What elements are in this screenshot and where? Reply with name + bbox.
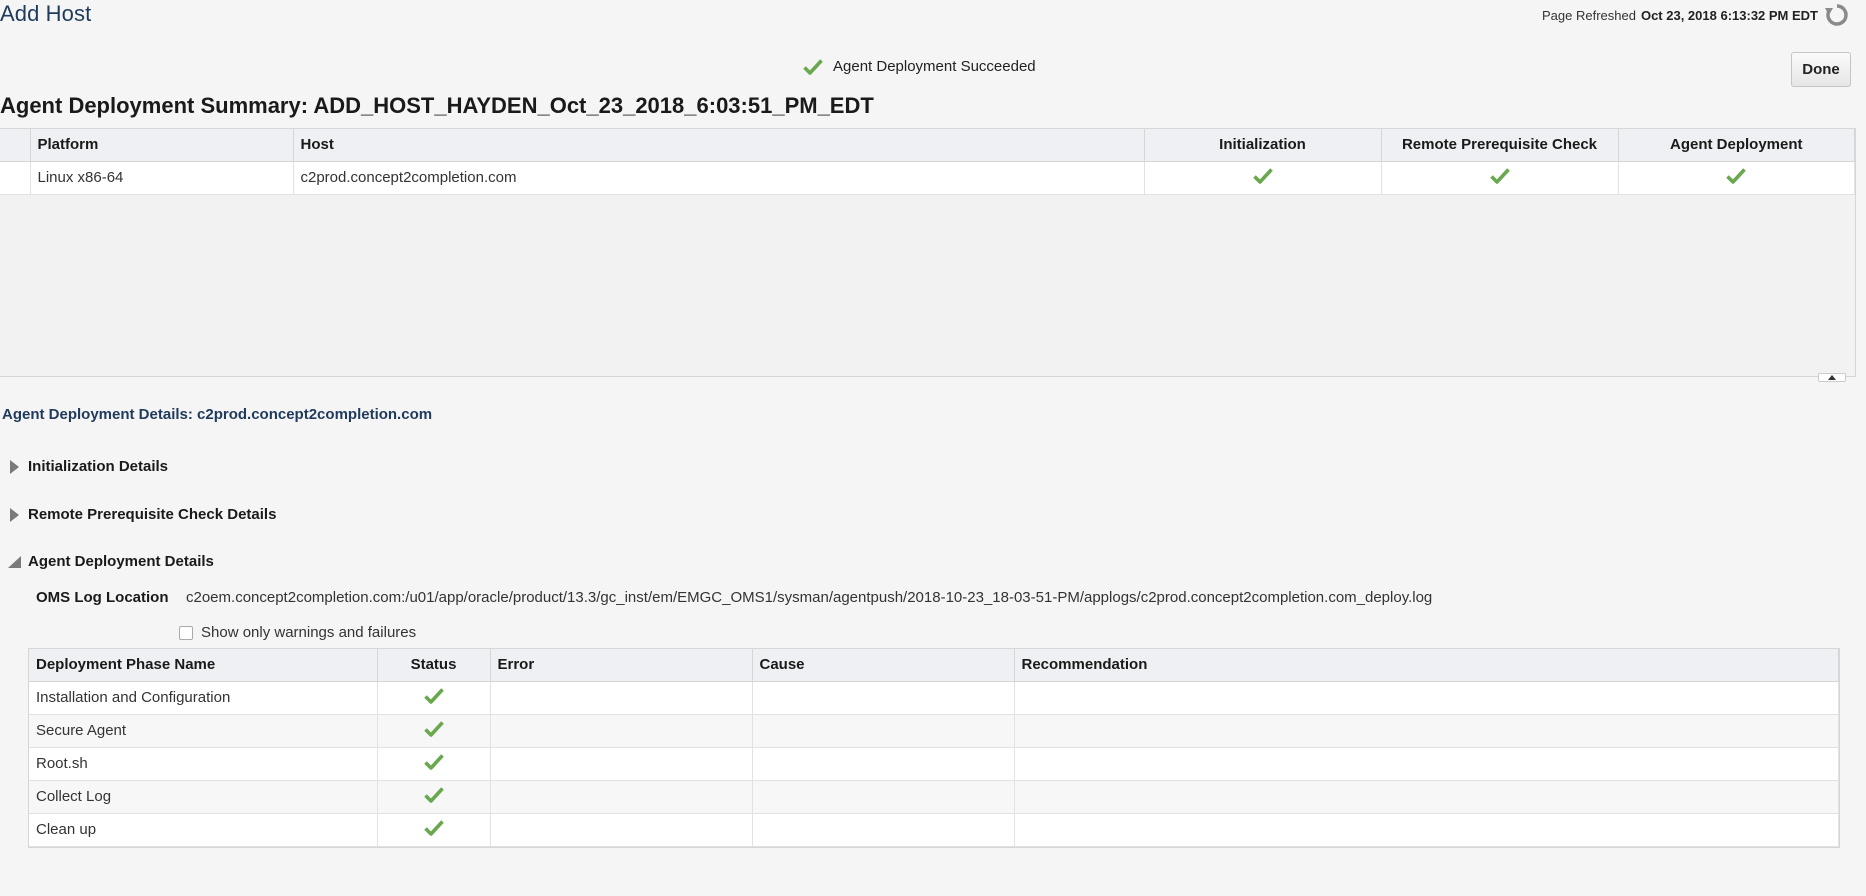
table-row[interactable]: Linux x86-64 c2prod.concept2completion.c… bbox=[0, 161, 1855, 195]
phases-header-row: Deployment Phase Name Status Error Cause… bbox=[29, 649, 1839, 682]
phase-recommendation-cell bbox=[1014, 780, 1839, 814]
table-row[interactable]: Collect Log bbox=[29, 780, 1839, 814]
section-prereq-details[interactable]: Remote Prerequisite Check Details bbox=[6, 506, 276, 523]
checkmark-icon bbox=[803, 58, 823, 75]
column-header-status[interactable]: Status bbox=[377, 649, 491, 682]
phase-error-cell bbox=[490, 681, 753, 715]
checkmark-icon bbox=[1252, 167, 1273, 184]
section-label: Initialization Details bbox=[28, 458, 169, 475]
platform-cell: Linux x86-64 bbox=[30, 161, 294, 195]
checkmark-icon bbox=[423, 687, 444, 704]
phase-recommendation-cell bbox=[1014, 813, 1839, 847]
warnings-filter[interactable]: Show only warnings and failures bbox=[179, 624, 416, 641]
summary-title: Agent Deployment Summary: ADD_HOST_HAYDE… bbox=[0, 93, 874, 118]
column-header-host[interactable]: Host bbox=[293, 129, 1145, 162]
checkmark-icon bbox=[1726, 167, 1747, 184]
page-refreshed-info: Page Refreshed Oct 23, 2018 6:13:32 PM E… bbox=[1542, 0, 1852, 30]
prereq-status-cell bbox=[1381, 161, 1619, 195]
column-header-deployment[interactable]: Agent Deployment bbox=[1618, 129, 1855, 162]
phase-error-cell bbox=[490, 714, 753, 748]
phase-cause-cell bbox=[752, 813, 1015, 847]
phase-name-cell: Clean up bbox=[29, 813, 378, 847]
warnings-checkbox-label[interactable]: Show only warnings and failures bbox=[201, 624, 416, 641]
phase-name-cell: Collect Log bbox=[29, 780, 378, 814]
checkmark-icon bbox=[423, 720, 444, 737]
done-button[interactable]: Done bbox=[1791, 52, 1851, 87]
section-initialization-details[interactable]: Initialization Details bbox=[6, 458, 168, 475]
phase-status-cell bbox=[377, 813, 491, 847]
phase-cause-cell bbox=[752, 780, 1015, 814]
row-selector[interactable] bbox=[0, 161, 31, 195]
table-row[interactable]: Root.sh bbox=[29, 747, 1839, 781]
phase-status-cell bbox=[377, 681, 491, 715]
collapse-triangle-icon[interactable] bbox=[6, 554, 22, 570]
checkmark-icon bbox=[423, 819, 444, 836]
phase-status-cell bbox=[377, 780, 491, 814]
expand-triangle-icon[interactable] bbox=[6, 459, 22, 475]
oms-log-location: OMS Log Location c2oem.concept2completio… bbox=[36, 589, 1432, 606]
summary-table: Platform Host Initialization Remote Prer… bbox=[0, 128, 1856, 377]
row-selector-header bbox=[0, 129, 31, 162]
page-refreshed-value: Oct 23, 2018 6:13:32 PM EDT bbox=[1640, 7, 1818, 23]
phase-status-cell bbox=[377, 747, 491, 781]
phase-name-cell: Installation and Configuration bbox=[29, 681, 378, 715]
checkmark-icon bbox=[423, 753, 444, 770]
column-header-prereq[interactable]: Remote Prerequisite Check bbox=[1381, 129, 1619, 162]
phase-name-cell: Secure Agent bbox=[29, 714, 378, 748]
table-row[interactable]: Secure Agent bbox=[29, 714, 1839, 748]
summary-header-row: Platform Host Initialization Remote Prer… bbox=[0, 129, 1855, 162]
oms-log-value: c2oem.concept2completion.com:/u01/app/or… bbox=[186, 589, 1433, 606]
phase-recommendation-cell bbox=[1014, 747, 1839, 781]
deployment-status-message: Agent Deployment Succeeded bbox=[803, 58, 1036, 75]
initialization-status-cell bbox=[1144, 161, 1382, 195]
column-header-cause[interactable]: Cause bbox=[752, 649, 1015, 682]
phase-recommendation-cell bbox=[1014, 681, 1839, 715]
section-label: Agent Deployment Details bbox=[28, 553, 214, 570]
chevron-up-icon bbox=[1828, 375, 1836, 380]
column-header-error[interactable]: Error bbox=[490, 649, 753, 682]
details-title: Agent Deployment Details: c2prod.concept… bbox=[2, 406, 433, 423]
splitter-collapse-handle[interactable] bbox=[1818, 373, 1846, 382]
phase-error-cell bbox=[490, 813, 753, 847]
column-header-platform[interactable]: Platform bbox=[30, 129, 294, 162]
column-header-initialization[interactable]: Initialization bbox=[1144, 129, 1382, 162]
column-header-recommendation[interactable]: Recommendation bbox=[1014, 649, 1839, 682]
section-label: Remote Prerequisite Check Details bbox=[28, 506, 277, 523]
section-agent-deployment-details[interactable]: Agent Deployment Details bbox=[6, 553, 214, 570]
phase-status-cell bbox=[377, 714, 491, 748]
deployment-status-text: Agent Deployment Succeeded bbox=[833, 58, 1036, 75]
phase-recommendation-cell bbox=[1014, 714, 1839, 748]
refresh-icon[interactable] bbox=[1822, 0, 1852, 30]
host-cell: c2prod.concept2completion.com bbox=[293, 161, 1145, 195]
phase-error-cell bbox=[490, 780, 753, 814]
warnings-checkbox[interactable] bbox=[179, 625, 193, 640]
deployment-phases-table: Deployment Phase Name Status Error Cause… bbox=[28, 648, 1840, 848]
oms-log-label: OMS Log Location bbox=[36, 589, 169, 606]
phase-cause-cell bbox=[752, 747, 1015, 781]
phase-cause-cell bbox=[752, 681, 1015, 715]
checkmark-icon bbox=[1489, 167, 1510, 184]
checkmark-icon bbox=[423, 786, 444, 803]
table-row[interactable]: Clean up bbox=[29, 813, 1839, 847]
phase-name-cell: Root.sh bbox=[29, 747, 378, 781]
table-row[interactable]: Installation and Configuration bbox=[29, 681, 1839, 715]
phase-error-cell bbox=[490, 747, 753, 781]
page-refreshed-label: Page Refreshed bbox=[1542, 7, 1636, 23]
deployment-status-cell bbox=[1618, 161, 1855, 195]
expand-triangle-icon[interactable] bbox=[6, 507, 22, 523]
table-empty-area bbox=[0, 194, 1855, 376]
page-title: Add Host bbox=[0, 1, 92, 26]
column-header-phase-name[interactable]: Deployment Phase Name bbox=[29, 649, 378, 682]
phase-cause-cell bbox=[752, 714, 1015, 748]
